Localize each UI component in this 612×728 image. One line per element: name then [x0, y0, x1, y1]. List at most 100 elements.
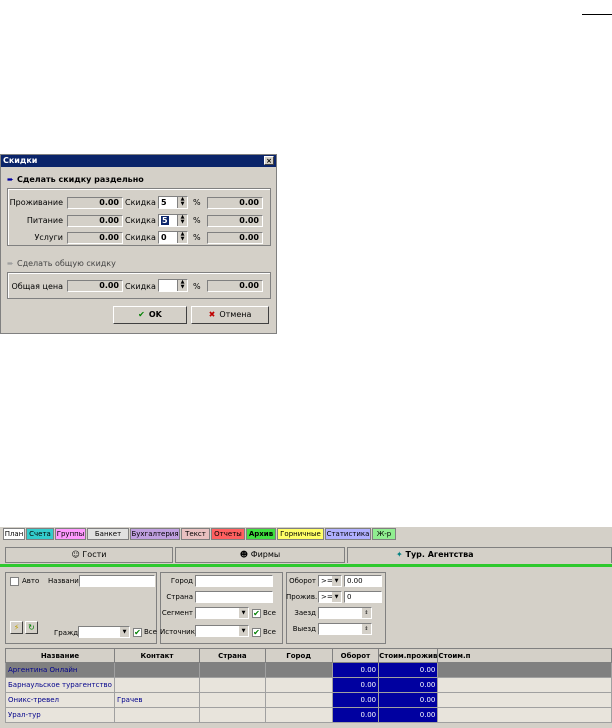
all-label: Все — [263, 628, 276, 636]
percent-sign: % — [193, 216, 201, 225]
column-header[interactable]: Город — [264, 648, 333, 663]
section-total-radio[interactable]: ➨ Сделать общую скидку — [7, 259, 116, 268]
table-header: Название Контакт Страна Город Оборот Сто… — [5, 648, 612, 663]
lightning-icon[interactable]: ⚡ — [10, 621, 23, 634]
ok-button[interactable]: ✔ OK — [113, 306, 187, 324]
tab-statistics[interactable]: Статистика — [325, 528, 371, 540]
city-input[interactable] — [195, 575, 273, 587]
cell-turnover: 0.00 — [331, 692, 380, 708]
source-all-checkbox[interactable]: ✔ — [252, 628, 261, 637]
column-header[interactable]: Стоим.прожив — [378, 648, 439, 663]
tab-archive[interactable]: Архив — [246, 528, 276, 540]
spinner-arrows-icon: ⇕ — [362, 624, 371, 634]
spinner-arrows-icon: ⇕ — [362, 608, 371, 618]
discount-value: 5 — [161, 198, 167, 207]
turnover-op-select[interactable]: >= ▼ — [318, 575, 342, 587]
discount-label: Скидка — [125, 233, 156, 242]
auto-checkbox[interactable]: ✔ — [10, 577, 19, 586]
country-input[interactable] — [195, 591, 273, 603]
tab-text[interactable]: Текст — [181, 528, 210, 540]
tab-label: Отчеты — [214, 530, 242, 538]
city-label: Город — [170, 577, 193, 585]
cell-contact — [113, 662, 201, 678]
corner-line — [582, 14, 612, 15]
table-row[interactable]: Оникс-тревел Грачев 0.00 0.00 — [5, 692, 612, 708]
close-button[interactable]: × — [264, 156, 274, 165]
tab-banquet[interactable]: Банкет — [87, 528, 129, 540]
cell-stay-cost: 0.00 — [378, 662, 439, 678]
checkout-date-input[interactable]: ⇕ — [318, 623, 372, 635]
row-label: Услуги — [34, 233, 63, 242]
source-select[interactable]: ▼ — [195, 625, 249, 637]
total-discount-spinner[interactable]: ▲ ▼ — [158, 279, 188, 292]
tab-label: Банкет — [94, 530, 122, 538]
turnover-input[interactable]: 0.00 — [344, 575, 382, 587]
tab-groups[interactable]: Группы — [55, 528, 86, 540]
table-row[interactable]: Барнаульское турагентство 0.00 0.00 — [5, 677, 612, 693]
cell-contact — [113, 707, 201, 723]
column-header[interactable]: Страна — [199, 648, 266, 663]
country-label: Страна — [166, 593, 193, 601]
person-icon: ☺ — [71, 550, 80, 559]
checkin-label: Заезд — [294, 609, 316, 617]
cell-stay-cost: 0.00 — [378, 707, 439, 723]
subtab-firms[interactable]: ☻ Фирмы — [175, 547, 345, 563]
spinner-buttons[interactable]: ▲ ▼ — [177, 215, 187, 226]
tab-label: Группы — [56, 530, 85, 538]
stay-input[interactable]: 0 — [344, 591, 382, 603]
close-icon: × — [266, 157, 272, 165]
cancel-button[interactable]: ✖ Отмена — [191, 306, 269, 324]
name-input[interactable] — [79, 575, 155, 587]
result-price: 0.00 — [207, 197, 263, 209]
globe-icon: ✦ — [396, 550, 403, 559]
arrow-down-icon: ▼ — [180, 219, 185, 225]
spinner-buttons[interactable]: ▲ ▼ — [177, 197, 187, 208]
stay-op-select[interactable]: >= ▼ — [318, 591, 342, 603]
cell-city — [264, 662, 333, 678]
total-base-price: 0.00 — [67, 280, 123, 292]
tab-reports[interactable]: Отчеты — [211, 528, 245, 540]
result-price: 0.00 — [207, 232, 263, 244]
column-header[interactable]: Название — [5, 648, 115, 663]
table-row[interactable]: Аргентина Онлайн 0.00 0.00 — [5, 662, 612, 678]
discount-spinner[interactable]: 5 ▲ ▼ — [158, 214, 188, 227]
citizenship-all-checkbox[interactable]: ✔ — [133, 628, 142, 637]
discount-label: Скидка — [125, 198, 156, 207]
arrow-down-icon: ▼ — [180, 284, 185, 290]
cell-turnover: 0.00 — [331, 662, 380, 678]
tab-plan[interactable]: План — [3, 528, 25, 540]
tab-accounts[interactable]: Счета — [26, 528, 54, 540]
tab-journal[interactable]: Ж-р — [372, 528, 396, 540]
tab-maids[interactable]: Горничные — [277, 528, 324, 540]
segment-select[interactable]: ▼ — [195, 607, 249, 619]
cell-turnover: 0.00 — [331, 707, 380, 723]
percent-sign: % — [193, 233, 201, 242]
module-tabbar: План Счета Группы Банкет Бухгалтерия Тек… — [0, 527, 612, 541]
subtab-bar: ☺ Гости ☻ Фирмы ✦ Тур. Агентства — [0, 547, 612, 565]
all-label: Все — [144, 628, 157, 636]
cell-stay-cost: 0.00 — [378, 677, 439, 693]
subtab-guests[interactable]: ☺ Гости — [5, 547, 173, 563]
column-header[interactable]: Оборот — [331, 648, 380, 663]
people-icon: ☻ — [239, 550, 249, 559]
checkin-date-input[interactable]: ⇕ — [318, 607, 372, 619]
citizenship-select[interactable]: ▼ — [78, 626, 130, 638]
subtab-tour-agencies[interactable]: ✦ Тур. Агентства — [347, 547, 612, 563]
spinner-buttons[interactable]: ▲ ▼ — [177, 232, 187, 243]
column-header[interactable]: Стоим.п — [437, 648, 612, 663]
cell-name: Барнаульское турагентство — [5, 677, 115, 693]
segment-all-checkbox[interactable]: ✔ — [252, 609, 261, 618]
discount-spinner[interactable]: 0 ▲ ▼ — [158, 231, 188, 244]
spinner-buttons[interactable]: ▲ ▼ — [177, 280, 187, 291]
column-header[interactable]: Контакт — [113, 648, 201, 663]
refresh-icon[interactable]: ↻ — [25, 621, 38, 634]
cell-country — [199, 677, 266, 693]
cross-icon: ✖ — [208, 310, 216, 319]
section-separate-radio[interactable]: ➨ Сделать скидку раздельно — [7, 175, 144, 184]
active-tab-underline — [0, 564, 612, 567]
tab-label: Ж-р — [376, 530, 392, 538]
tab-accounting[interactable]: Бухгалтерия — [130, 528, 180, 540]
discount-spinner[interactable]: 5 ▲ ▼ — [158, 196, 188, 209]
filter-panel: ✔ Авто Название ⚡ ↻ Гражд. ▼ ✔ Все Город… — [5, 572, 607, 646]
table-row[interactable]: Урал-тур 0.00 0.00 — [5, 707, 612, 723]
